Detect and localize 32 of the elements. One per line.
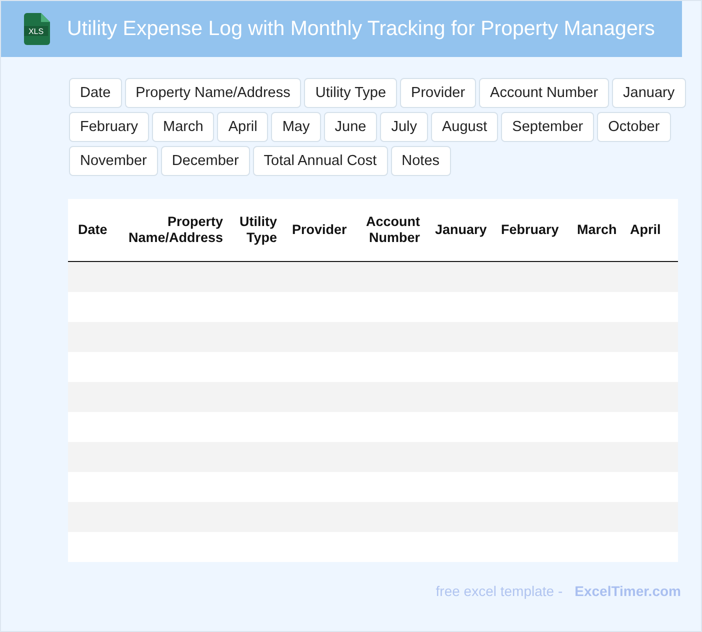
field-tag: May: [271, 112, 321, 142]
field-tag: April: [217, 112, 268, 142]
field-tag: Total Annual Cost: [252, 146, 388, 176]
field-tag: June: [324, 112, 378, 142]
column-header: Property Name/Address: [127, 214, 224, 246]
column-header: Utility Type: [238, 214, 278, 246]
column-header: Provider: [291, 222, 348, 238]
field-tag: Date: [69, 78, 122, 108]
field-tag: February: [69, 112, 150, 142]
spreadsheet-file-icon: XLS: [24, 13, 50, 45]
field-tag: September: [501, 112, 594, 142]
column-header: February: [500, 222, 560, 238]
field-tag: Utility Type: [304, 78, 398, 108]
field-tag: November: [69, 146, 158, 176]
column-header: Account Number: [365, 214, 421, 246]
column-header: January: [434, 222, 488, 238]
field-tag: Account Number: [479, 78, 610, 108]
field-tag: July: [380, 112, 428, 142]
field-tag: March: [152, 112, 214, 142]
field-tag: January: [612, 78, 686, 108]
site-link[interactable]: ExcelTimer.com: [574, 583, 681, 599]
page-title: Utility Expense Log with Monthly Tracking for Property Managers: [67, 17, 655, 41]
field-tag: Property Name/Address: [124, 78, 302, 108]
column-header: April: [629, 222, 662, 238]
field-tag: August: [431, 112, 498, 142]
column-header: Date: [77, 222, 108, 238]
field-tag: Notes: [390, 146, 451, 176]
field-tag: Provider: [400, 78, 476, 108]
column-header: March: [576, 222, 618, 238]
field-tag: October: [597, 112, 671, 142]
field-tag: December: [160, 146, 250, 176]
footer-text: free excel template -: [436, 583, 563, 599]
